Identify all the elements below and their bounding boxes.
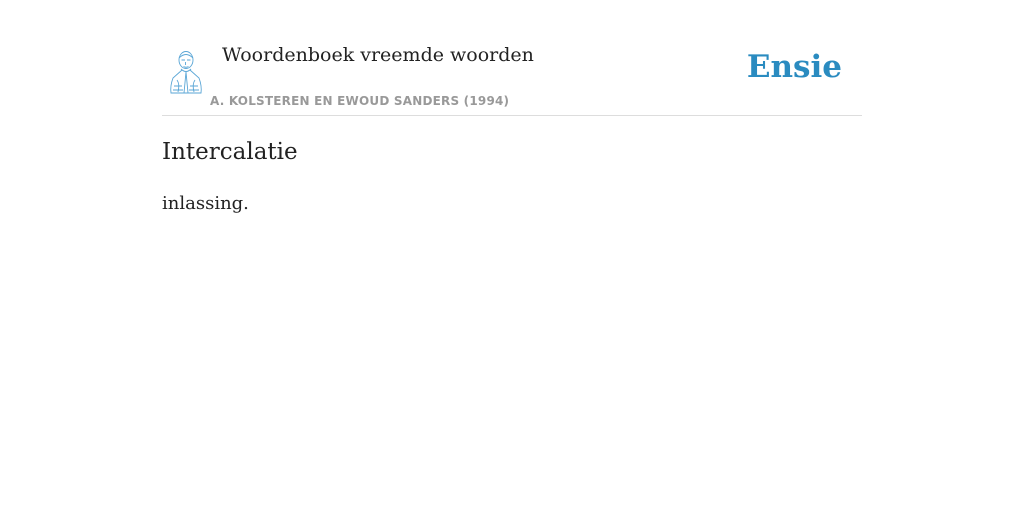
- dictionary-title: Woordenboek vreemde woorden: [222, 44, 534, 66]
- dictionary-authors: A. KOLSTEREN EN EWOUD SANDERS (1994): [210, 94, 510, 108]
- page-container: Woordenboek vreemde woorden A. KOLSTEREN…: [162, 0, 862, 214]
- author-portrait-icon: [168, 48, 204, 94]
- ensie-logo-link[interactable]: Ensie: [747, 49, 842, 85]
- dictionary-header: Woordenboek vreemde woorden A. KOLSTEREN…: [162, 0, 862, 116]
- entry-title: Intercalatie: [162, 139, 298, 165]
- entry-definition: inlassing.: [162, 193, 249, 214]
